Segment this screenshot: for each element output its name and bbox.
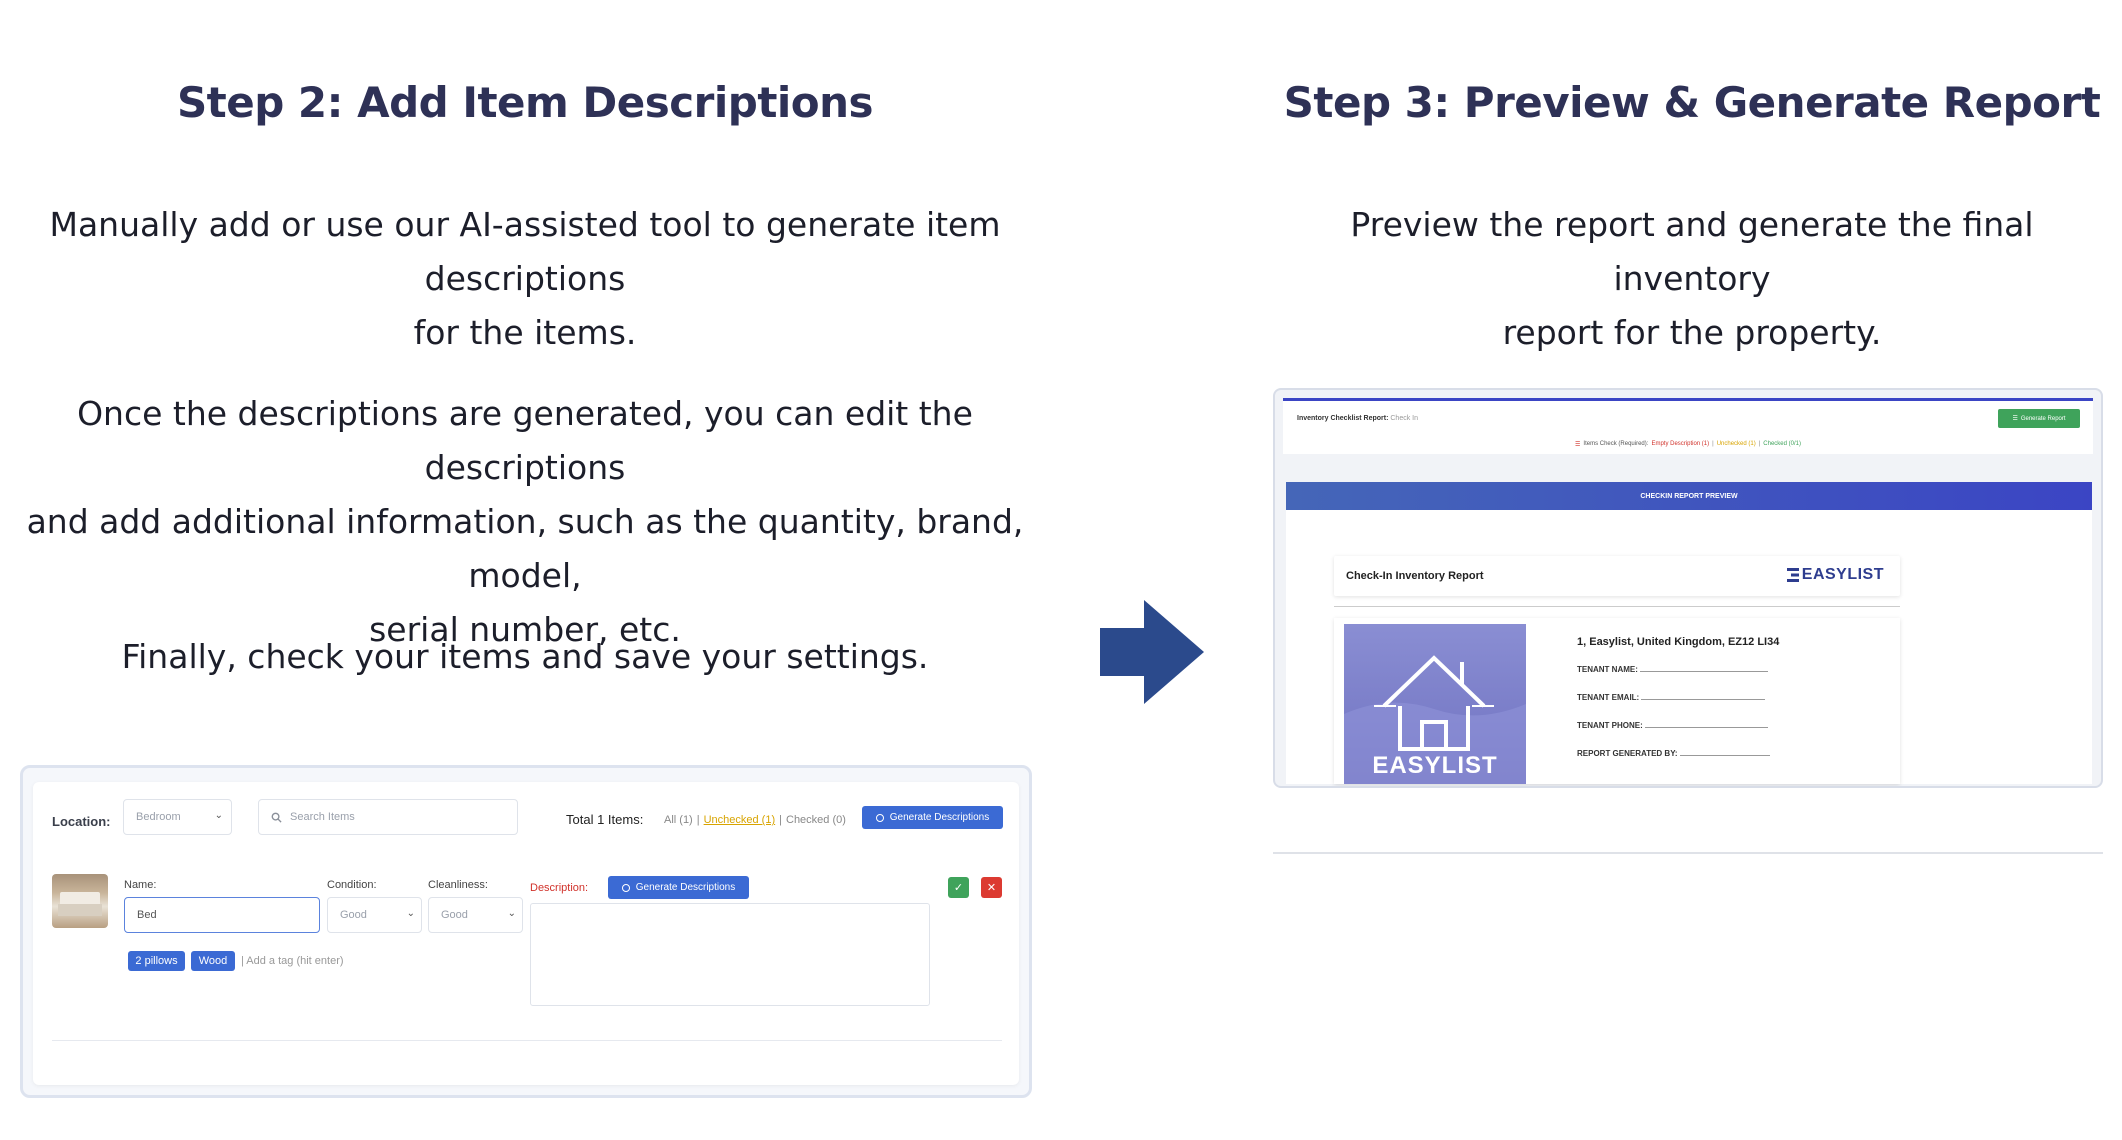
cleanliness-select[interactable]: Good ⌄ — [428, 897, 523, 933]
close-icon: ✕ — [986, 882, 997, 894]
tenant-phone-line — [1645, 727, 1769, 728]
step2-p1-line1: Manually add or use our AI-assisted tool… — [49, 205, 1001, 298]
filter-unchecked[interactable]: Unchecked (1) — [704, 814, 776, 826]
list-icon: ☰ — [2012, 416, 2018, 422]
filter-separator: | — [696, 814, 700, 826]
step2-p2-line1: Once the descriptions are generated, you… — [77, 394, 973, 487]
easylist-logo: EASYLIST — [1786, 566, 1884, 584]
items-check-unchecked[interactable]: Unchecked (1) — [1717, 441, 1756, 447]
condition-label: Condition: — [327, 879, 377, 891]
report-preview-screenshot: Inventory Checklist Report: Check In ☰ G… — [1273, 388, 2103, 788]
items-check-checked[interactable]: Checked (0/1) — [1763, 441, 1801, 447]
report-header: Inventory Checklist Report: Check In ☰ G… — [1283, 398, 2093, 437]
description-textarea[interactable] — [530, 903, 930, 1006]
step2-paragraph-3: Finally, check your items and save your … — [121, 637, 929, 676]
report-title: Inventory Checklist Report: Check In — [1297, 415, 1418, 422]
tenant-phone-label: TENANT PHONE: — [1577, 721, 1643, 730]
checkin-title: Check-In Inventory Report — [1346, 570, 1484, 582]
report-by-line — [1679, 755, 1770, 756]
location-label: Location: — [52, 814, 111, 829]
description-label: Description: — [530, 882, 589, 894]
condition-value: Good — [340, 909, 367, 921]
arrow-right-icon — [1100, 600, 1204, 704]
location-value: Bedroom — [136, 811, 181, 823]
property-address: 1, Easylist, United Kingdom, EZ12 LI34 — [1577, 636, 1780, 648]
tenant-email-line — [1641, 699, 1766, 700]
chevron-down-icon: ⌄ — [406, 908, 415, 919]
easylist-logo-icon — [1786, 568, 1799, 582]
section-divider — [1273, 852, 2103, 854]
report-by-field: REPORT GENERATED BY: — [1577, 749, 1770, 758]
tenant-email-label: TENANT EMAIL: — [1577, 693, 1640, 702]
cleanliness-value: Good — [441, 909, 468, 921]
bed-thumbnail — [52, 874, 108, 928]
step3-title: Step 3: Preview & Generate Report — [1283, 78, 2101, 127]
filter-checked[interactable]: Checked (0) — [786, 814, 846, 826]
tenant-name-field: TENANT NAME: — [1577, 665, 1769, 674]
report-subtitle: Check In — [1390, 415, 1418, 422]
report-title-card: Check-In Inventory Report EASYLIST — [1334, 556, 1900, 596]
title-divider — [1334, 606, 1900, 607]
gear-icon — [621, 883, 630, 892]
gear-icon — [875, 813, 884, 822]
report-by-label: REPORT GENERATED BY: — [1577, 749, 1678, 758]
name-input[interactable]: Bed — [124, 897, 320, 933]
house-caption: EASYLIST — [1372, 752, 1498, 779]
save-item-button[interactable]: ✓ — [948, 877, 969, 898]
delete-item-button[interactable]: ✕ — [981, 877, 1002, 898]
total-items-label: Total 1 Items: — [566, 812, 644, 827]
items-check-empty[interactable]: Empty Description (1) — [1651, 441, 1709, 447]
chevron-down-icon: ⌄ — [507, 908, 516, 919]
generate-descriptions-button[interactable]: Generate Descriptions — [862, 806, 1003, 829]
step2-p2-line2: and add additional information, such as … — [26, 502, 1024, 595]
tag-pillows[interactable]: 2 pillows — [128, 951, 185, 971]
row-divider — [52, 1040, 1002, 1041]
property-image: EASYLIST — [1344, 624, 1526, 784]
search-input[interactable]: Search Items — [258, 799, 518, 835]
description-generate-label: Generate Descriptions — [635, 882, 736, 893]
items-check-label: Items Check (Required): — [1583, 441, 1649, 447]
tenant-name-line — [1640, 671, 1769, 672]
chevron-down-icon: ⌄ — [214, 810, 223, 821]
filter-all[interactable]: All (1) — [664, 814, 693, 826]
description-generate-button[interactable]: Generate Descriptions — [608, 876, 749, 899]
name-label: Name: — [124, 879, 157, 891]
tag-wood[interactable]: Wood — [191, 951, 235, 971]
generate-report-label: Generate Report — [2020, 415, 2066, 422]
step2-paragraph-1: Manually add or use our AI-assisted tool… — [0, 198, 1050, 360]
list-icon: ☰ — [1575, 441, 1581, 448]
step3-p1-line1: Preview the report and generate the fina… — [1350, 205, 2034, 298]
search-icon — [271, 812, 282, 823]
filter-bar: All (1) | Unchecked (1) | Checked (0) — [664, 814, 846, 826]
tenant-email-field: TENANT EMAIL: — [1577, 693, 1766, 702]
tag-input[interactable]: | Add a tag (hit enter) — [241, 955, 344, 967]
location-select[interactable]: Bedroom ⌄ — [123, 799, 232, 835]
item-editor-screenshot: Location: Bedroom ⌄ Search Items Total 1… — [20, 765, 1032, 1098]
step2-paragraph-2: Once the descriptions are generated, you… — [0, 387, 1050, 657]
filter-separator: | — [779, 814, 782, 826]
preview-area: CHECKIN REPORT PREVIEW Check-In Inventor… — [1286, 482, 2092, 784]
generate-report-button[interactable]: ☰ Generate Report — [1998, 409, 2080, 428]
items-check-separator: | — [1758, 441, 1761, 447]
easylist-logo-text: EASYLIST — [1801, 566, 1884, 583]
tenant-phone-field: TENANT PHONE: — [1577, 721, 1769, 730]
items-check-separator: | — [1712, 441, 1714, 447]
tenant-name-label: TENANT NAME: — [1577, 665, 1638, 674]
report-title-text: Inventory Checklist Report: — [1297, 415, 1389, 422]
step2-p1-line2: for the items. — [413, 313, 637, 352]
property-card: EASYLIST 1, Easylist, United Kingdom, EZ… — [1334, 618, 1900, 784]
step3-p1-line2: report for the property. — [1502, 313, 1882, 352]
search-placeholder: Search Items — [290, 811, 355, 823]
item-editor-panel: Location: Bedroom ⌄ Search Items Total 1… — [33, 782, 1019, 1085]
generate-descriptions-label: Generate Descriptions — [889, 812, 990, 823]
items-check-bar: ☰ Items Check (Required): Empty Descript… — [1283, 434, 2093, 454]
condition-select[interactable]: Good ⌄ — [327, 897, 422, 933]
cleanliness-label: Cleanliness: — [428, 879, 488, 891]
step2-title: Step 2: Add Item Descriptions — [176, 78, 874, 127]
step3-paragraph-1: Preview the report and generate the fina… — [1272, 198, 2112, 360]
preview-banner: CHECKIN REPORT PREVIEW — [1286, 482, 2092, 510]
check-icon: ✓ — [953, 882, 964, 894]
name-value: Bed — [137, 909, 157, 921]
